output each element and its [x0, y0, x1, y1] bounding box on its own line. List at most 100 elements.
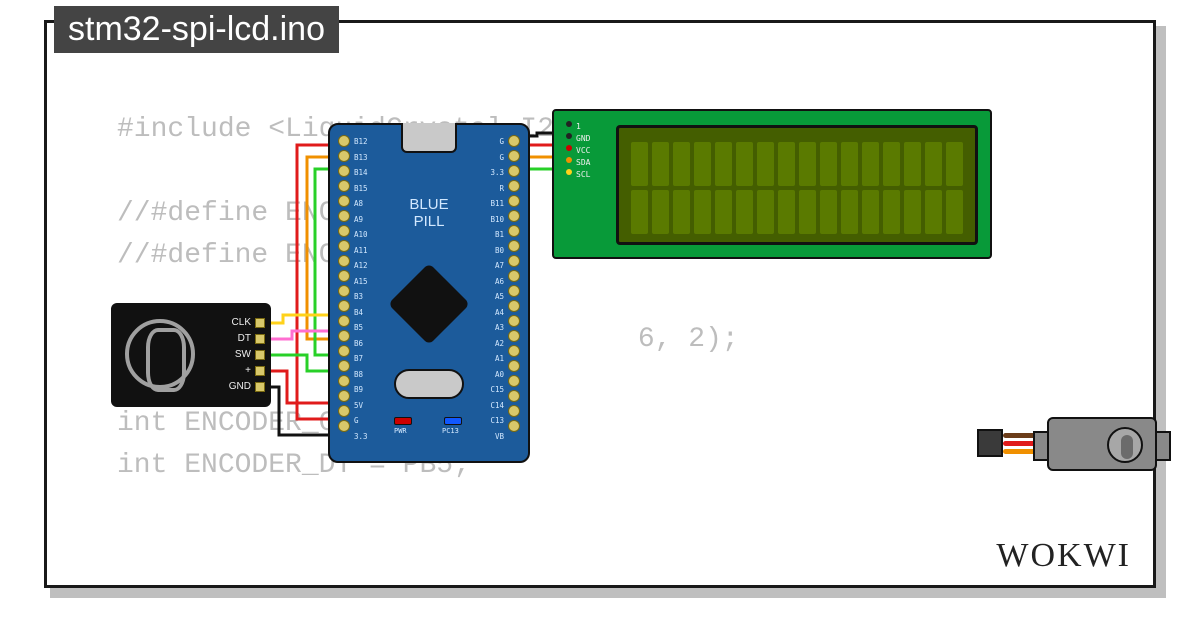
lcd-cell	[778, 190, 795, 234]
pin-label: 3.3	[490, 168, 504, 177]
pin-label: A0	[490, 370, 504, 379]
pin-label: C15	[490, 385, 504, 394]
pin-hole	[338, 225, 350, 237]
pin-hole	[338, 330, 350, 342]
pin-hole	[508, 180, 520, 192]
lcd-screen	[616, 125, 978, 245]
pin-label: B0	[490, 246, 504, 255]
crystal-icon	[394, 369, 464, 399]
pin-label: B11	[490, 199, 504, 208]
pin-hole	[508, 285, 520, 297]
servo-ear-right	[1155, 431, 1171, 461]
lcd-pin-scl: SCL	[576, 169, 590, 181]
pin-label: B12	[354, 137, 368, 146]
pin-hole	[508, 240, 520, 252]
lcd-pin-sda: SDA	[576, 157, 590, 169]
lcd-cell	[631, 142, 648, 186]
pin-label: B13	[354, 153, 368, 162]
lcd-cell	[841, 190, 858, 234]
lcd-cell	[820, 142, 837, 186]
lcd-cell	[883, 190, 900, 234]
pin-label: B3	[354, 292, 368, 301]
lcd-cell	[631, 190, 648, 234]
encoder-pin-label: CLK	[232, 317, 251, 328]
pin-hole	[508, 225, 520, 237]
encoder-pin-label: +	[245, 365, 251, 376]
pin-hole	[508, 255, 520, 267]
pin-label: A11	[354, 246, 368, 255]
pin-label: A4	[490, 308, 504, 317]
pin-hole	[508, 360, 520, 372]
encoder-pin-hole	[255, 382, 265, 392]
pin-hole	[338, 210, 350, 222]
pin-hole	[338, 390, 350, 402]
pin-label: A15	[354, 277, 368, 286]
lcd-cell	[925, 190, 942, 234]
pin-label: C13	[490, 416, 504, 425]
encoder-pin-label: DT	[238, 333, 251, 344]
lcd-pin-labels: 1 GND VCC SDA SCL	[566, 121, 590, 181]
pin-row-right	[508, 135, 520, 432]
pin-label: A6	[490, 277, 504, 286]
pin-hole	[508, 405, 520, 417]
servo-horn-icon	[1107, 427, 1143, 463]
pin-label: B7	[354, 354, 368, 363]
lcd-cell	[862, 190, 879, 234]
lcd-cell	[841, 142, 858, 186]
pc13-led-icon	[444, 417, 462, 425]
servo-connector-icon	[977, 429, 1003, 457]
lcd-cell	[904, 142, 921, 186]
pin-hole	[508, 315, 520, 327]
lcd-cell	[799, 190, 816, 234]
encoder-pin-list: CLKDTSW+GND	[229, 317, 265, 392]
rotary-encoder: CLKDTSW+GND	[111, 303, 271, 407]
encoder-pin-hole	[255, 350, 265, 360]
pin-label: B1	[490, 230, 504, 239]
pin-hole	[508, 345, 520, 357]
pin-label: A8	[354, 199, 368, 208]
pin-hole	[338, 300, 350, 312]
pin-hole	[508, 135, 520, 147]
wire-enc-gnd	[271, 387, 329, 435]
encoder-pin-hole	[255, 334, 265, 344]
lcd-cell	[946, 142, 963, 186]
bluepill-board: BLUE PILL PWR PC13 B12B13B14B15A8A9A10A1…	[328, 123, 530, 463]
lcd-cell	[694, 190, 711, 234]
lcd-module: 1 GND VCC SDA SCL	[552, 109, 992, 259]
pin-hole	[338, 165, 350, 177]
pin-hole	[508, 150, 520, 162]
pin-label: R	[490, 184, 504, 193]
pwr-label: PWR	[394, 427, 407, 435]
mcu-chip-icon	[388, 263, 470, 345]
pin-label: B8	[354, 370, 368, 379]
board-label-line1: BLUE	[409, 197, 448, 214]
pin-hole	[338, 135, 350, 147]
pin-hole	[338, 285, 350, 297]
pin-hole	[338, 405, 350, 417]
pin-hole	[508, 330, 520, 342]
board-label-line2: PILL	[409, 214, 448, 231]
wire-enc-sw	[271, 355, 329, 371]
board-label: BLUE PILL	[409, 197, 448, 230]
lcd-cell	[652, 142, 669, 186]
pin-label: 5V	[354, 401, 368, 410]
project-card: #include <LiquidCrystal_I2C.h> //#define…	[44, 20, 1156, 588]
pin-hole	[338, 420, 350, 432]
lcd-pin-vcc: VCC	[576, 145, 590, 157]
lcd-cell	[904, 190, 921, 234]
pin-row-left	[338, 135, 350, 432]
pin-label: A3	[490, 323, 504, 332]
wokwi-logo: WOKWI	[996, 537, 1131, 575]
pin-label: B14	[354, 168, 368, 177]
lcd-cell	[715, 190, 732, 234]
pin-label-col-left: B12B13B14B15A8A9A10A11A12A15B3B4B5B6B7B8…	[354, 137, 368, 441]
lcd-cell	[673, 142, 690, 186]
pin-hole	[508, 390, 520, 402]
pin-hole	[508, 270, 520, 282]
usb-connector-icon	[401, 123, 457, 153]
pin-hole	[338, 150, 350, 162]
pin-label: B9	[354, 385, 368, 394]
pin-hole	[508, 375, 520, 387]
pin-label: A5	[490, 292, 504, 301]
lcd-pin-1: 1	[576, 121, 581, 133]
